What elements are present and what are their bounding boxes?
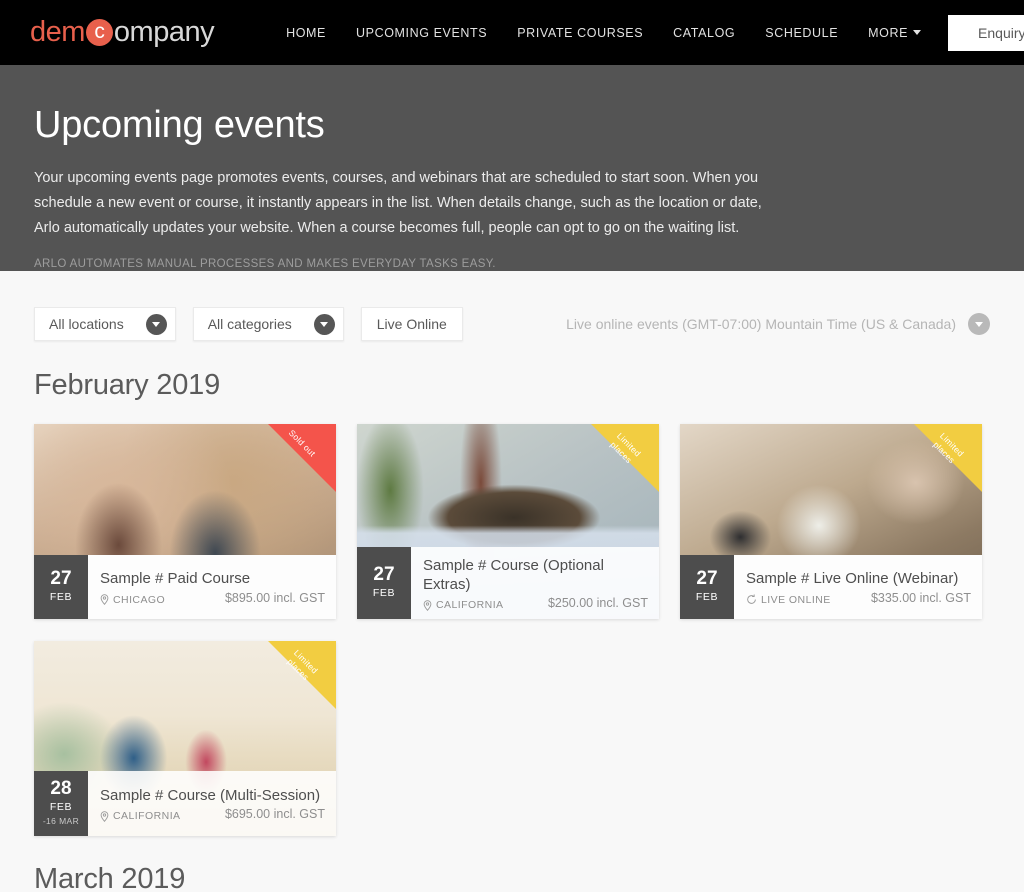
event-details: Sample # Course (Optional Extras) CALIFO… — [411, 546, 659, 619]
event-price: $695.00 incl. GST — [224, 807, 325, 822]
event-date-month: FEB — [372, 586, 396, 599]
nav-upcoming-events[interactable]: UPCOMING EVENTS — [356, 26, 487, 40]
event-details: Sample # Live Online (Webinar) LIVE ONLI… — [734, 555, 982, 619]
nav-catalog[interactable]: CATALOG — [673, 26, 735, 40]
live-online-icon — [747, 594, 756, 604]
locations-filter-dropdown[interactable]: All locations — [34, 307, 176, 341]
chevron-down-icon — [913, 30, 922, 35]
logo-text-ompany: ompany — [113, 16, 215, 48]
hero-tagline: ARLO AUTOMATES MANUAL PROCESSES AND MAKE… — [34, 257, 496, 270]
event-meta-row: CALIFORNIA $250.00 incl. GST — [423, 596, 648, 611]
logo-circle-c: c — [85, 19, 113, 46]
event-date-month: FEB — [49, 800, 73, 813]
event-price: $335.00 incl. GST — [870, 590, 971, 605]
main-navigation: HOME UPCOMING EVENTS PRIVATE COURSES CAT… — [286, 25, 922, 40]
main-content: All locations All categories Live Online… — [0, 271, 1024, 892]
nav-more-label: MORE — [868, 25, 909, 40]
event-title: Sample # Course (Multi-Session) — [100, 787, 321, 805]
event-info-bar: 28 FEB -16 MAR Sample # Course (Multi-Se… — [34, 771, 336, 836]
event-date-month: FEB — [49, 590, 73, 603]
chevron-down-icon — [313, 313, 335, 335]
month-heading-february: February 2019 — [34, 369, 221, 401]
event-date-day: 27 — [373, 564, 395, 586]
map-pin-icon — [100, 594, 109, 606]
event-meta-row: CHICAGO $895.00 incl. GST — [100, 591, 325, 606]
event-card[interactable]: Sold out 27 FEB Sample # Paid Course CHI… — [34, 424, 336, 619]
event-title: Sample # Course (Optional Extras) — [423, 556, 604, 593]
event-card[interactable]: Limited places 27 FEB Sample # Live Onlin… — [680, 424, 982, 619]
event-location-label: CHICAGO — [113, 593, 166, 606]
status-ribbon-limited-places — [268, 641, 336, 709]
event-date-day: 27 — [696, 568, 718, 590]
event-title: Sample # Live Online (Webinar) — [746, 570, 959, 588]
event-location: CALIFORNIA — [100, 810, 181, 822]
event-date-badge: 28 FEB -16 MAR — [34, 771, 88, 836]
hero-banner: Upcoming events Your upcoming events pag… — [0, 65, 1024, 271]
map-pin-icon — [100, 811, 109, 822]
event-grid: Sold out 27 FEB Sample # Paid Course CHI… — [34, 424, 990, 836]
logo-text-dem: dem — [30, 16, 85, 48]
timezone-label: Live online events (GMT-07:00) Mountain … — [566, 316, 956, 332]
event-details: Sample # Paid Course CHICAGO $895.00 inc… — [88, 555, 336, 619]
nav-schedule[interactable]: SCHEDULE — [765, 26, 838, 40]
nav-more[interactable]: MORE — [868, 25, 922, 40]
nav-home[interactable]: HOME — [286, 26, 326, 40]
chevron-down-icon — [968, 313, 990, 335]
event-card[interactable]: Limited places 27 FEB Sample # Course (Op… — [357, 424, 659, 619]
live-online-filter-label: Live Online — [376, 316, 447, 332]
event-meta-row: CALIFORNIA $695.00 incl. GST — [100, 807, 325, 822]
hero-description: Your upcoming events page promotes event… — [34, 169, 762, 236]
event-info-bar: 27 FEB Sample # Live Online (Webinar) LI… — [680, 555, 982, 619]
event-location-label: CALIFORNIA — [436, 599, 504, 611]
site-header: dem c ompany HOME UPCOMING EVENTS PRIVATE … — [0, 0, 1024, 65]
event-meta-row: LIVE ONLINE $335.00 incl. GST — [746, 591, 971, 606]
event-details: Sample # Course (Multi-Session) CALIFORN… — [88, 771, 336, 836]
categories-filter-label: All categories — [207, 316, 292, 332]
map-pin-icon — [423, 599, 432, 611]
event-location-label: CALIFORNIA — [113, 810, 181, 823]
event-date-day: 27 — [50, 568, 72, 590]
month-heading-march: March 2019 — [34, 863, 186, 892]
event-location: CHICAGO — [100, 594, 165, 606]
event-date-month: FEB — [695, 590, 719, 603]
status-ribbon-limited-places — [591, 424, 659, 492]
event-location: CALIFORNIA — [423, 599, 504, 611]
page-title: Upcoming events — [34, 104, 325, 146]
event-location-label: LIVE ONLINE — [761, 593, 831, 606]
timezone-selector[interactable]: Live online events (GMT-07:00) Mountain … — [566, 313, 990, 335]
nav-private-courses[interactable]: PRIVATE COURSES — [517, 26, 643, 40]
event-date-day: 28 — [50, 778, 72, 800]
event-date-range: -16 MAR — [42, 816, 80, 827]
event-title: Sample # Paid Course — [100, 570, 251, 588]
chevron-down-icon — [145, 313, 167, 335]
event-info-bar: 27 FEB Sample # Course (Optional Extras)… — [357, 546, 659, 619]
event-price: $250.00 incl. GST — [547, 596, 648, 610]
status-ribbon-sold-out — [268, 424, 336, 492]
event-card[interactable]: Limited places 28 FEB -16 MAR Sample # Co… — [34, 641, 336, 836]
event-date-badge: 27 FEB — [357, 546, 411, 619]
event-info-bar: 27 FEB Sample # Paid Course CHICAGO $895… — [34, 555, 336, 619]
enquiry-button[interactable]: Enquiry — [948, 14, 1024, 51]
filter-bar: All locations All categories Live Online… — [34, 271, 990, 341]
event-date-badge: 27 FEB — [680, 555, 734, 619]
event-date-badge: 27 FEB — [34, 555, 88, 619]
event-location: LIVE ONLINE — [746, 594, 831, 606]
status-ribbon-label: Limited places — [285, 647, 320, 683]
live-online-filter-button[interactable]: Live Online — [360, 307, 463, 341]
locations-filter-label: All locations — [49, 316, 124, 332]
event-price: $895.00 incl. GST — [224, 590, 325, 605]
status-ribbon-limited-places — [914, 424, 982, 492]
site-logo[interactable]: dem c ompany — [30, 16, 215, 49]
categories-filter-dropdown[interactable]: All categories — [192, 307, 344, 341]
